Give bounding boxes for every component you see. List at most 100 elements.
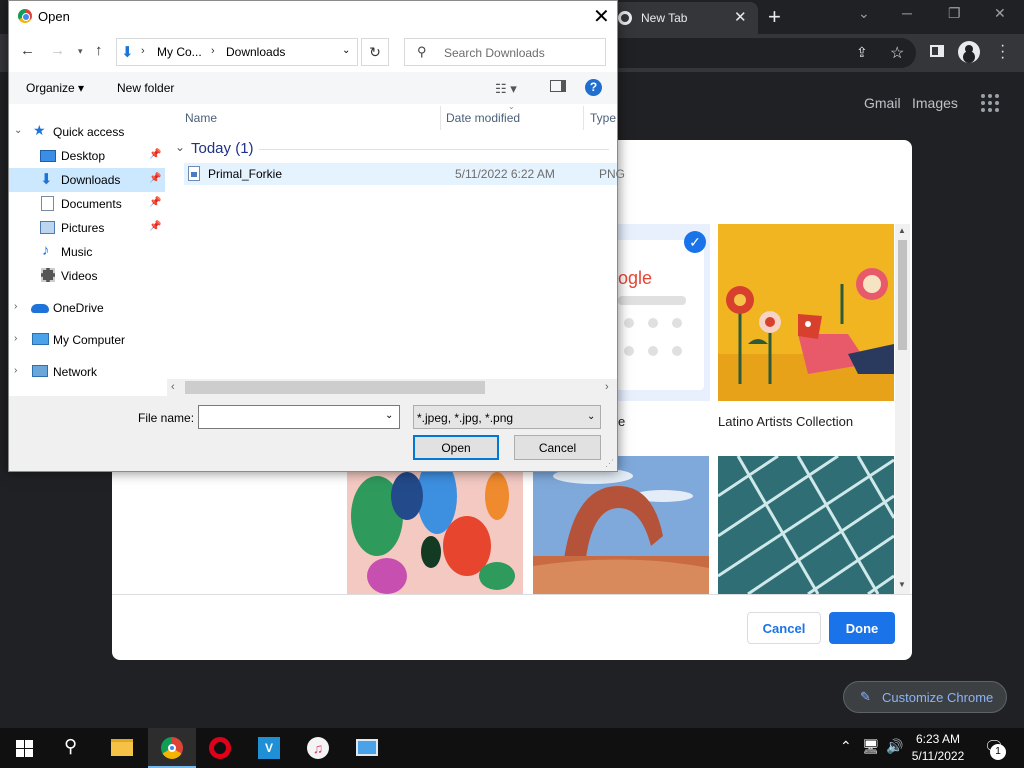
building-photo-icon [718, 456, 894, 594]
customize-done-button[interactable]: Done [829, 612, 895, 644]
tab-close-icon[interactable]: ✕ [734, 8, 747, 26]
show-hidden-icons-icon[interactable]: ⌃ [840, 738, 852, 755]
column-header-date[interactable]: Date modified [446, 111, 520, 125]
minimize-icon[interactable]: ─ [902, 5, 912, 21]
theme-tile-architecture[interactable] [718, 456, 894, 594]
column-divider[interactable] [440, 106, 441, 130]
file-type-select[interactable]: *.jpeg, *.jpg, *.png ⌄ [413, 405, 601, 429]
nav-item-documents[interactable]: Documents 📌 [9, 192, 165, 216]
column-header-type[interactable]: Type [590, 111, 616, 125]
file-explorer-icon[interactable] [98, 728, 146, 768]
column-header-name[interactable]: Name [185, 111, 217, 125]
theme-tile-latino-artists[interactable] [718, 224, 894, 401]
desktop-icon [40, 150, 56, 162]
view-options-icon[interactable]: ☷ ▾ [495, 81, 517, 97]
expand-chevron-icon[interactable]: ⌄ [14, 125, 22, 136]
theme-tile-floral[interactable] [347, 456, 523, 594]
breadcrumb-separator-icon[interactable]: › [211, 45, 215, 57]
theme-tile-arch[interactable] [533, 456, 709, 594]
nav-item-music[interactable]: ♪ Music [9, 240, 165, 264]
omnibox[interactable]: ⇪ ☆ [616, 38, 916, 68]
nav-item-quick-access[interactable]: ⌄ ★ Quick access [9, 120, 165, 144]
nav-item-videos[interactable]: Videos [9, 264, 165, 288]
column-divider[interactable] [583, 106, 584, 130]
scroll-up-icon[interactable]: ▲ [898, 226, 906, 235]
recent-locations-icon[interactable]: ▾ [78, 46, 83, 57]
nav-item-onedrive[interactable]: › OneDrive [9, 296, 165, 320]
organize-button[interactable]: Organize ▾ [26, 81, 84, 95]
nav-item-pictures[interactable]: Pictures 📌 [9, 216, 165, 240]
file-row[interactable]: Primal_Forkie 5/11/2022 6:22 AM PNG [184, 163, 625, 185]
remote-desktop-icon[interactable] [343, 728, 391, 768]
bookmark-star-icon[interactable]: ☆ [890, 43, 904, 63]
itunes-icon[interactable]: ♫ [294, 728, 342, 768]
address-bar[interactable]: ⬇ › My Co... › Downloads ⌄ [116, 38, 358, 66]
expand-chevron-icon[interactable]: › [14, 333, 17, 344]
file-name-dropdown-icon[interactable]: ⌄ [385, 410, 393, 421]
horizontal-scrollbar[interactable]: ‹ › [167, 379, 617, 396]
address-dropdown-icon[interactable]: ⌄ [342, 45, 350, 56]
forward-arrow-icon[interactable]: → [50, 42, 65, 59]
images-link[interactable]: Images [912, 95, 958, 111]
scroll-left-icon[interactable]: ‹ [171, 381, 175, 393]
restore-icon[interactable]: ❐ [948, 5, 961, 22]
dialog-close-icon[interactable]: ✕ [593, 4, 610, 29]
expand-chevron-icon[interactable]: › [14, 301, 17, 312]
pencil-icon: ✎ [860, 689, 871, 704]
help-icon[interactable]: ? [585, 79, 602, 96]
documents-icon [41, 196, 54, 211]
dialog-scrollbar[interactable]: ▲ ▼ [895, 224, 910, 594]
share-icon[interactable]: ⇪ [856, 44, 868, 61]
scrollbar-thumb[interactable] [898, 240, 907, 350]
theme-tile-google[interactable]: ogle ✓ [618, 224, 710, 401]
clock-time[interactable]: 6:23 AM [914, 732, 962, 746]
cancel-button[interactable]: Cancel [514, 435, 601, 460]
chrome-taskbar-icon[interactable] [148, 728, 196, 768]
chrome-menu-icon[interactable]: · · · [1000, 38, 1005, 66]
group-header-today[interactable]: Today (1) [191, 140, 254, 157]
volume-icon[interactable]: 🔊 [886, 738, 903, 755]
search-box[interactable]: ⚲ Search Downloads [404, 38, 606, 66]
scrollbar-thumb[interactable] [185, 381, 485, 394]
clock-date[interactable]: 5/11/2022 [908, 749, 968, 763]
vscode-icon[interactable]: V [245, 728, 293, 768]
new-tab-button[interactable]: + [768, 4, 781, 30]
gmail-link[interactable]: Gmail [864, 95, 901, 111]
new-folder-button[interactable]: New folder [117, 81, 174, 95]
preview-pane-icon[interactable] [550, 80, 566, 92]
selected-check-icon: ✓ [684, 231, 706, 253]
back-arrow-icon[interactable]: ← [20, 42, 35, 59]
file-type: PNG [599, 167, 626, 181]
side-panel-icon[interactable] [930, 45, 944, 57]
breadcrumb-my-computer[interactable]: My Co... [157, 45, 202, 59]
file-name-input[interactable] [198, 405, 400, 429]
open-button[interactable]: Open [413, 435, 499, 460]
scroll-right-icon[interactable]: › [605, 381, 609, 393]
network-status-icon[interactable]: 🖥 [862, 738, 880, 755]
expand-chevron-icon[interactable]: › [14, 365, 17, 376]
tab-new-tab[interactable]: New Tab ✕ [608, 2, 758, 34]
customize-cancel-button[interactable]: Cancel [747, 612, 821, 644]
scroll-down-icon[interactable]: ▼ [898, 580, 906, 589]
group-collapse-icon[interactable]: ⌄ [175, 140, 185, 154]
tab-search-icon[interactable]: ⌄ [858, 5, 870, 22]
file-list: Name ⌄ Date modified Type ⌄ Today (1) Pr… [167, 102, 625, 396]
windows-taskbar: ⚲ V ♫ ⌃ 🖥 🔊 6:23 AM 5/11/2022 🗨 1 [0, 728, 1024, 768]
google-apps-icon[interactable] [981, 94, 999, 112]
customize-chrome-button[interactable]: ✎ Customize Chrome [843, 681, 1007, 713]
resize-grip-icon[interactable]: ⋰ [605, 458, 614, 469]
windows-start-icon[interactable] [16, 740, 33, 757]
breadcrumb-downloads[interactable]: Downloads [226, 45, 285, 59]
up-arrow-icon[interactable]: ↑ [95, 42, 103, 59]
nav-item-desktop[interactable]: Desktop 📌 [9, 144, 165, 168]
search-icon[interactable]: ⚲ [64, 736, 77, 757]
search-icon: ⚲ [417, 44, 427, 59]
nav-item-my-computer[interactable]: › My Computer [9, 328, 165, 352]
breadcrumb-separator-icon[interactable]: › [141, 45, 145, 57]
nav-item-downloads[interactable]: ⬇ Downloads 📌 [9, 168, 165, 192]
opera-icon[interactable] [196, 728, 244, 768]
nav-item-network[interactable]: › Network [9, 360, 165, 384]
window-close-icon[interactable]: ✕ [994, 5, 1006, 22]
refresh-icon[interactable]: ↻ [361, 38, 389, 66]
profile-avatar-icon[interactable] [958, 41, 980, 63]
